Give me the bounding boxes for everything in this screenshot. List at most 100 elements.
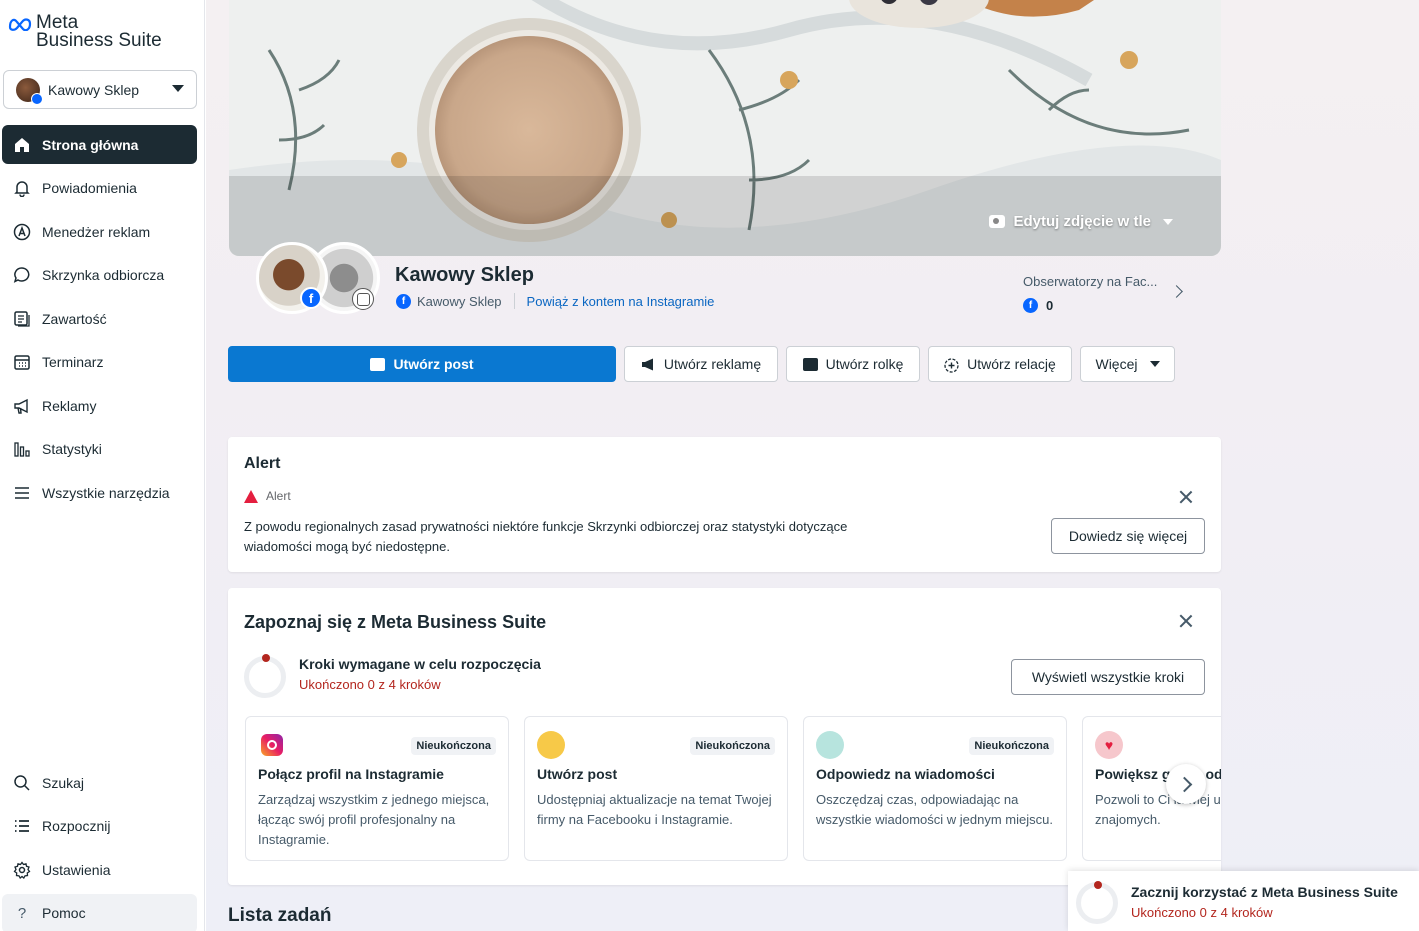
view-all-steps-button[interactable]: Wyświetl wszystkie kroki xyxy=(1011,659,1205,695)
nav-label: Szukaj xyxy=(42,774,85,791)
close-icon[interactable] xyxy=(1179,614,1193,628)
more-button[interactable]: Więcej xyxy=(1080,346,1175,382)
nav-item-ads-manager[interactable]: Menedżer reklam xyxy=(2,212,197,251)
tile-description: Pozwoli to Ci łatwiej uzyskiwać dostęp d… xyxy=(1095,792,1221,827)
divider xyxy=(513,293,515,309)
step-tile[interactable]: Nieukończona Połącz profil na Instagrami… xyxy=(245,716,509,861)
nav-item-settings[interactable]: Ustawienia xyxy=(2,850,197,889)
megaphone-icon xyxy=(641,358,656,371)
facebook-page-name[interactable]: Kawowy Sklep xyxy=(417,294,502,309)
nav-label: Skrzynka odbiorcza xyxy=(42,267,165,283)
status-badge: Nieukończona xyxy=(690,737,775,755)
page-accounts: f Kawowy Sklep Powiąż z kontem na Instag… xyxy=(396,293,714,309)
brand-line2: Business Suite xyxy=(36,30,162,51)
home-icon xyxy=(12,135,32,155)
post-icon xyxy=(537,731,565,759)
bell-icon xyxy=(12,178,32,198)
nav-label: Wszystkie narzędzia xyxy=(42,484,170,501)
nav-label: Terminarz xyxy=(42,354,104,370)
nav-item-home[interactable]: Strona główna xyxy=(2,125,197,164)
nav-item-ads[interactable]: Reklamy xyxy=(2,386,197,425)
followers-count: 0 xyxy=(1046,298,1054,313)
onboarding-toast[interactable]: Zacznij korzystać z Meta Business Suite … xyxy=(1068,871,1419,931)
nav-item-inbox[interactable]: Skrzynka odbiorcza xyxy=(2,256,197,295)
gear-icon xyxy=(12,860,32,880)
nav-item-content[interactable]: Zawartość xyxy=(2,299,197,338)
followers-label: Obserwatorzy na Fac... xyxy=(1023,274,1158,289)
progress-indicator xyxy=(1094,881,1102,889)
tile-description: Udostępniaj aktualizacje na temat Twojej… xyxy=(537,792,772,827)
toast-title: Zacznij korzystać z Meta Business Suite xyxy=(1131,884,1398,900)
create-story-button[interactable]: Utwórz relację xyxy=(928,346,1072,382)
page-title: Kawowy Sklep xyxy=(395,264,534,286)
meta-infinity-icon xyxy=(8,18,32,31)
meta-logo[interactable]: Meta Business Suite xyxy=(8,13,162,51)
caret-down-icon xyxy=(172,85,184,92)
status-badge: Nieukończona xyxy=(969,737,1054,755)
nav-label: Pomoc xyxy=(42,905,86,921)
nav-item-insights[interactable]: Statystyki xyxy=(2,430,197,469)
more-label: Więcej xyxy=(1095,356,1138,372)
alert-title: Alert xyxy=(244,455,281,472)
search-icon xyxy=(12,773,32,793)
facebook-icon xyxy=(31,92,43,105)
create-ad-button[interactable]: Utwórz reklamę xyxy=(624,346,778,382)
alert-text: Z powodu regionalnych zasad prywatności … xyxy=(244,519,848,554)
content-icon xyxy=(12,309,32,329)
caret-down-icon xyxy=(1149,361,1160,367)
create-reel-button[interactable]: Utwórz rolkę xyxy=(786,346,920,382)
followers-widget[interactable]: Obserwatorzy na Fac... f 0 xyxy=(1023,274,1183,313)
create-reel-label: Utwórz rolkę xyxy=(825,356,904,372)
getting-started-card: Zapoznaj się z Meta Business Suite Kroki… xyxy=(228,588,1221,885)
carousel-next-button[interactable] xyxy=(1166,764,1206,804)
chat-bubble-icon xyxy=(12,265,32,285)
tile-description: Oszczędzaj czas, odpowiadając na wszystk… xyxy=(816,792,1053,827)
post-icon xyxy=(370,357,386,371)
edit-cover-label: Edytuj zdjęcie w tle xyxy=(1013,213,1151,230)
nav-item-get-started[interactable]: Rozpocznij xyxy=(2,807,197,846)
tile-description: Zarządzaj wszystkim z jednego miejsca, ł… xyxy=(258,792,490,847)
nav-item-search[interactable]: Szukaj xyxy=(2,763,197,802)
calendar-icon xyxy=(12,352,32,372)
action-bar: Utwórz post Utwórz reklamę Utwórz rolkę … xyxy=(228,346,1175,382)
steps-carousel: Nieukończona Połącz profil na Instagrami… xyxy=(245,716,1221,861)
alert-tag: Alert xyxy=(266,489,291,503)
tile-title: Utwórz post xyxy=(537,766,618,782)
tile-title: Połącz profil na Instagramie xyxy=(258,766,444,782)
camera-icon xyxy=(989,215,1006,228)
steps-progress: Ukończono 0 z 4 kroków xyxy=(299,677,441,692)
edit-cover-button[interactable]: Edytuj zdjęcie w tle xyxy=(989,213,1173,230)
facebook-icon: f xyxy=(396,293,411,309)
nav-item-planner[interactable]: Terminarz xyxy=(2,343,197,382)
account-switcher[interactable]: Kawowy Sklep xyxy=(3,70,197,109)
step-tile[interactable]: Nieukończona Utwórz post Udostępniaj akt… xyxy=(524,716,788,861)
menu-icon xyxy=(12,483,32,503)
clapperboard-icon xyxy=(802,357,818,371)
nav-item-help[interactable]: ? Pomoc xyxy=(2,893,197,931)
nav-label: Powiadomienia xyxy=(42,180,137,196)
nav-item-all-tools[interactable]: Wszystkie narzędzia xyxy=(2,473,197,512)
account-name: Kawowy Sklep xyxy=(48,81,140,98)
learn-more-button[interactable]: Dowiedz się więcej xyxy=(1051,518,1205,554)
instagram-icon xyxy=(258,731,286,759)
messages-icon xyxy=(816,731,844,759)
create-post-button[interactable]: Utwórz post xyxy=(228,346,616,382)
step-tile[interactable]: Nieukończona Odpowiedz na wiadomości Osz… xyxy=(803,716,1067,861)
caret-down-icon xyxy=(1163,218,1173,225)
account-avatar xyxy=(16,77,43,105)
toast-progress: Ukończono 0 z 4 kroków xyxy=(1131,905,1273,920)
facebook-icon: f xyxy=(300,287,322,309)
close-icon[interactable] xyxy=(1179,490,1193,504)
main-content: Edytuj zdjęcie w tle f Kawowy Sklep f Ka… xyxy=(206,0,1419,931)
nav-label: Rozpocznij xyxy=(42,818,111,834)
tile-title: Odpowiedz na wiadomości xyxy=(816,766,995,782)
sidebar: Meta Business Suite Kawowy Sklep Strona … xyxy=(0,0,205,931)
warning-icon xyxy=(244,489,258,503)
nav-label: Statystyki xyxy=(42,441,102,457)
connect-instagram-link[interactable]: Powiąż z kontem na Instagramie xyxy=(527,294,715,309)
nav-item-notifications[interactable]: Powiadomienia xyxy=(2,169,197,208)
nav-label: Ustawienia xyxy=(42,861,111,878)
create-ad-label: Utwórz reklamę xyxy=(663,356,762,372)
facebook-icon: f xyxy=(1023,298,1038,313)
story-plus-icon xyxy=(944,357,959,373)
